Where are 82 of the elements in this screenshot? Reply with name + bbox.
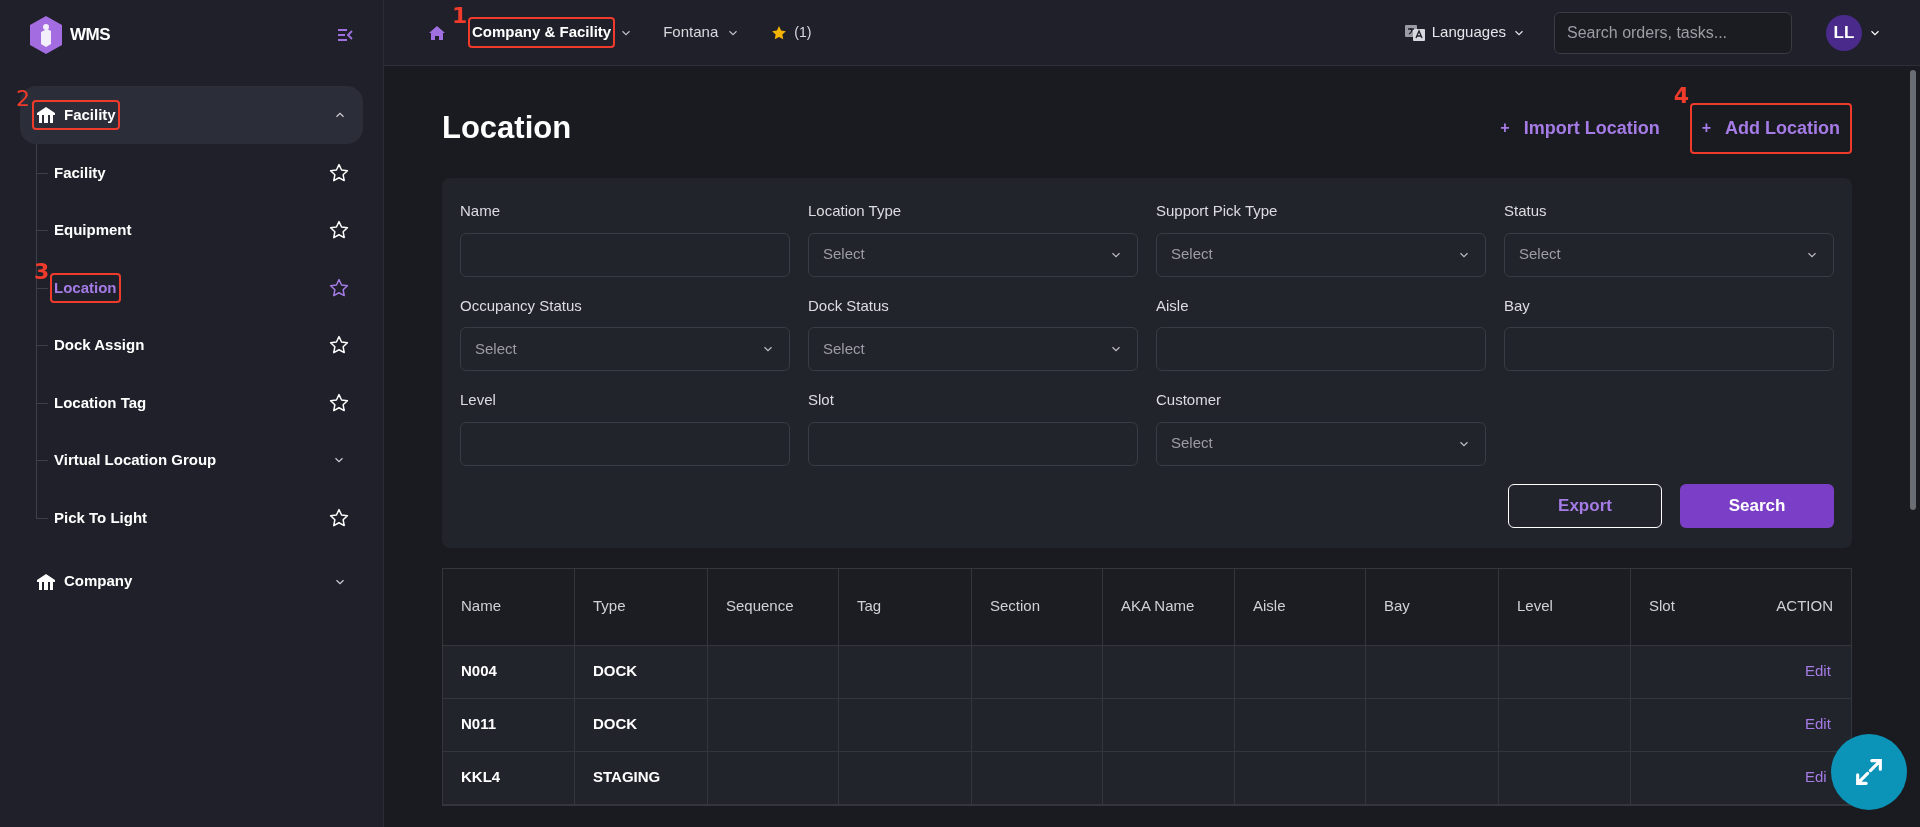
translate-icon: [1403, 22, 1426, 43]
column-header: ACTION: [1776, 596, 1834, 617]
field-label: Support Pick Type: [1156, 201, 1279, 221]
field-label: Slot: [808, 390, 835, 410]
search-button[interactable]: Search: [1680, 483, 1834, 528]
select-field[interactable]: Select: [460, 327, 790, 371]
table-cell-text: N011: [461, 714, 497, 735]
edit-link[interactable]: Edi: [1805, 766, 1827, 789]
star-icon[interactable]: [328, 506, 350, 529]
languages-dropdown[interactable]: Languages: [1403, 21, 1526, 44]
table-cell-text: KKL4: [461, 767, 501, 788]
sidebar-item[interactable]: Dock Assign: [54, 334, 363, 357]
sidebar-group[interactable]: Company: [20, 552, 363, 611]
field-label: Occupancy Status: [460, 295, 583, 316]
sidebar-item[interactable]: Virtual Location Group: [54, 449, 363, 472]
star-icon[interactable]: [328, 161, 350, 184]
favorites-button[interactable]: (1): [770, 22, 812, 43]
account-menu[interactable]: LL: [1826, 14, 1882, 51]
field-label: Dock Status: [808, 295, 890, 316]
sidebar-item[interactable]: Location Tag: [54, 391, 363, 414]
annotation-frame: [50, 272, 121, 303]
plus-icon: +: [1701, 116, 1711, 140]
field-label: Aisle: [1156, 295, 1190, 316]
plus-icon: +: [1500, 116, 1510, 140]
table-cell-text: DOCK: [593, 661, 638, 682]
field-label: Level: [460, 390, 497, 410]
column-header: Name: [460, 596, 502, 617]
select-field[interactable]: Select: [1156, 232, 1486, 277]
column-header: Type: [574, 568, 707, 645]
group-label: Company: [64, 571, 133, 592]
table-cell-text: N004: [461, 661, 497, 682]
column-header: Slot: [1630, 568, 1777, 645]
annotation-number: 4: [1673, 84, 1689, 107]
menu-icon: [337, 28, 353, 42]
building-icon: [36, 106, 56, 124]
edit-link[interactable]: Edit: [1805, 713, 1831, 736]
logo-icon: [28, 15, 64, 55]
export-button[interactable]: Export: [1508, 483, 1662, 528]
star-icon[interactable]: [328, 276, 350, 299]
action-label: Import Location: [1523, 116, 1660, 140]
table-cell-text: DOCK: [593, 714, 638, 735]
home-icon: [428, 24, 446, 41]
star-icon[interactable]: [328, 391, 350, 414]
input-field[interactable]: [808, 421, 1138, 466]
page-title: Location: [442, 108, 572, 147]
avatar: LL: [1826, 14, 1862, 51]
column-header: Bay: [1365, 568, 1498, 645]
annotation-number: 1: [452, 5, 468, 28]
annotation-number: 3: [34, 260, 50, 283]
column-header: Aisle: [1234, 568, 1365, 645]
sidebar-item[interactable]: Facility: [54, 161, 363, 184]
sidebar-item[interactable]: Pick To Light: [54, 506, 363, 529]
field-label: Name: [460, 201, 501, 221]
select-field[interactable]: Select: [808, 327, 1138, 371]
breadcrumb-dropdown[interactable]: Fontana: [663, 21, 741, 44]
search-field[interactable]: Search orders, tasks...: [1554, 11, 1792, 54]
field-label: Bay: [1504, 295, 1531, 316]
app-name: WMS: [70, 24, 111, 47]
field-label: Customer: [1156, 390, 1223, 410]
field-label: Location Type: [808, 201, 903, 221]
group-label: Facility: [64, 104, 116, 125]
home-button[interactable]: [428, 24, 446, 41]
input-field[interactable]: [460, 232, 790, 277]
column-header: AKA Name: [1102, 568, 1234, 645]
input-field[interactable]: [1156, 327, 1486, 371]
action-link[interactable]: + Import Location: [1490, 106, 1670, 150]
column-header: Tag: [838, 568, 971, 645]
column-header: Section: [971, 568, 1102, 645]
input-field[interactable]: [460, 421, 790, 466]
field-label: Status: [1504, 201, 1548, 221]
column-header: Level: [1498, 568, 1630, 645]
select-field[interactable]: Select: [1504, 232, 1834, 277]
collapse-menu-button[interactable]: [337, 28, 353, 42]
select-field[interactable]: Select: [1156, 421, 1486, 466]
select-field[interactable]: Select: [808, 232, 1138, 277]
building-icon: [36, 572, 56, 591]
table-cell-text: STAGING: [593, 767, 661, 788]
sidebar-item[interactable]: Equipment: [54, 219, 363, 242]
column-header: Sequence: [707, 568, 838, 645]
action-label: Add Location: [1725, 116, 1840, 140]
input-field[interactable]: [1504, 327, 1834, 371]
edit-link[interactable]: Edit: [1805, 660, 1831, 683]
